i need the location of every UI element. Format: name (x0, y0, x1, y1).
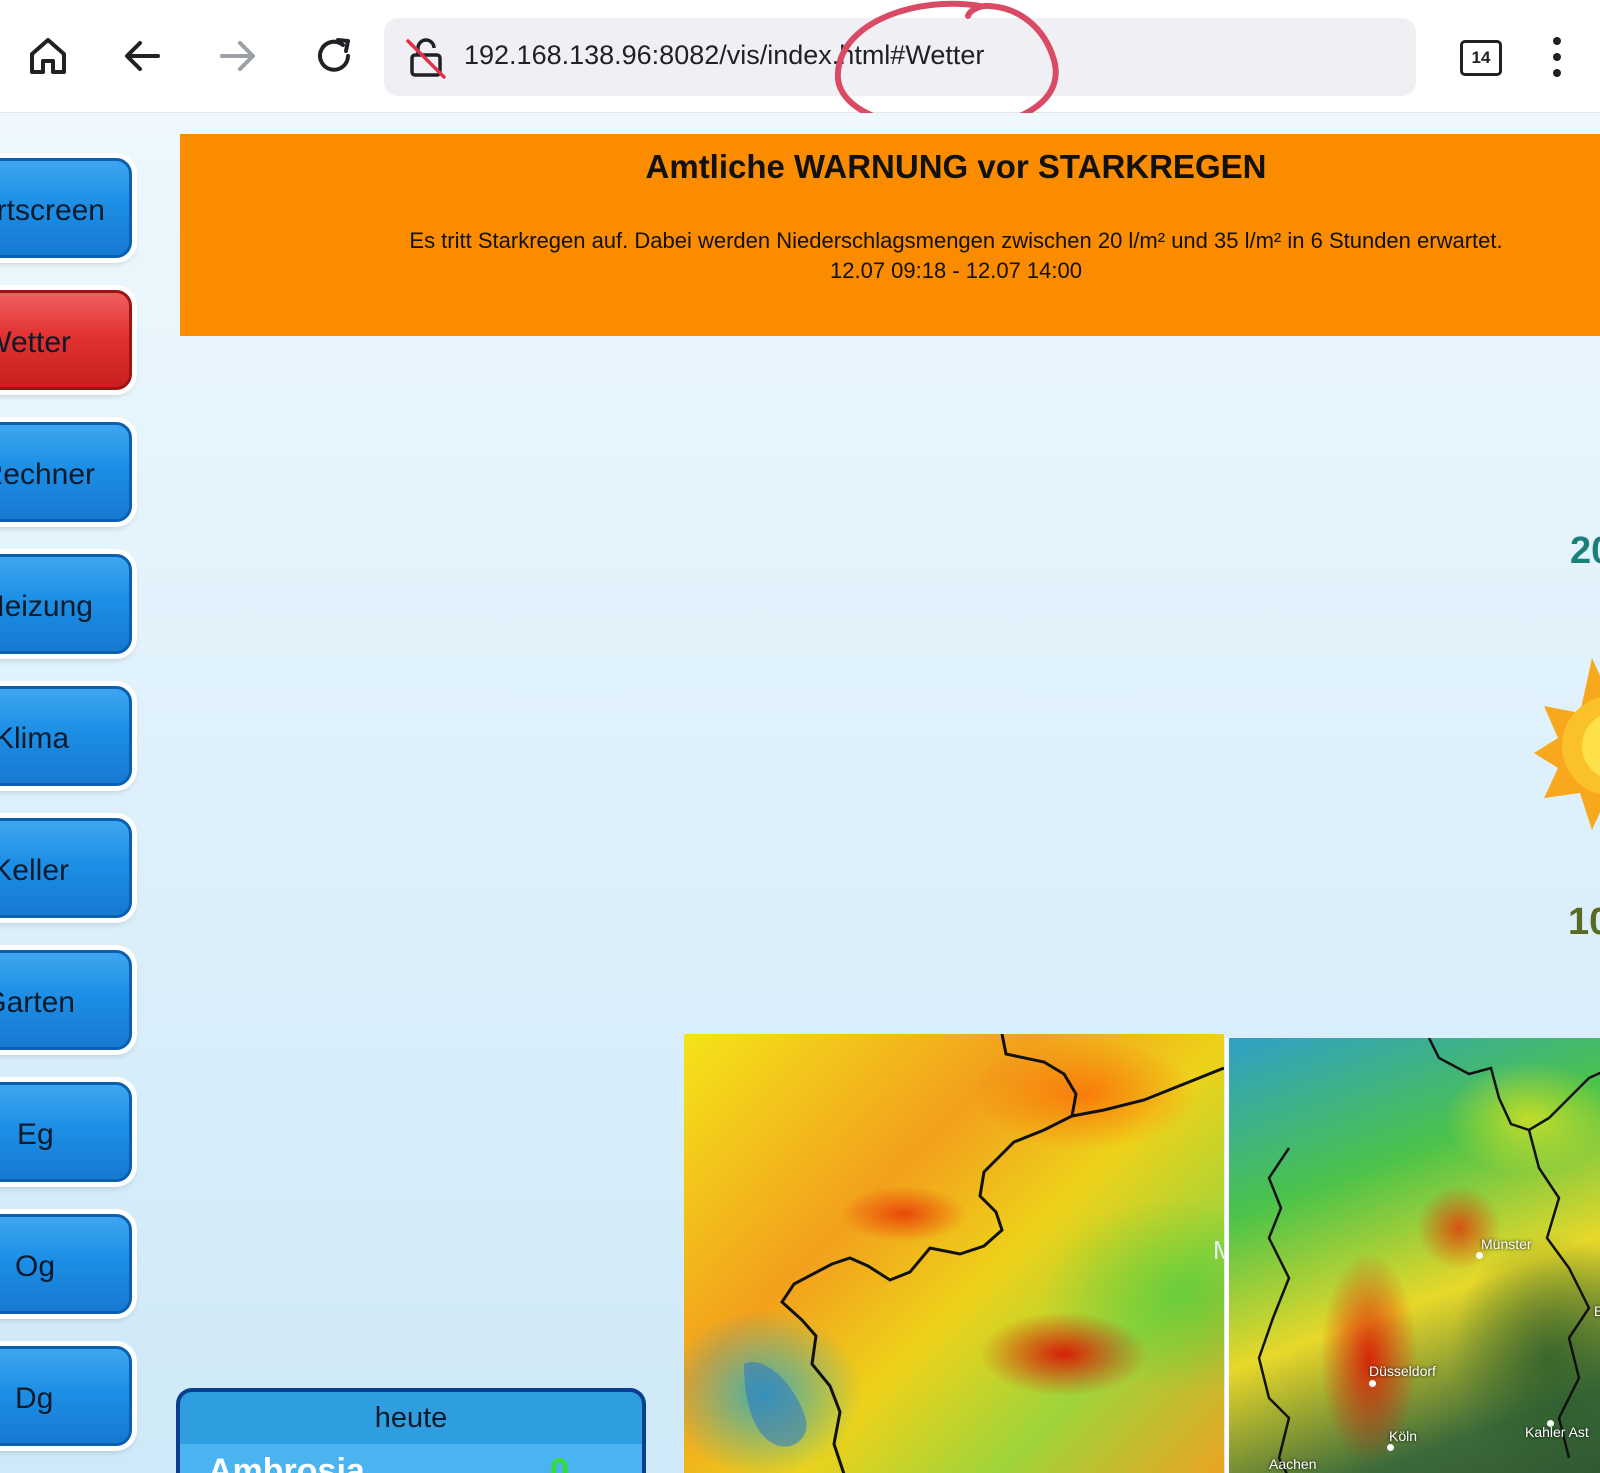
nav-button-keller[interactable]: Keller (0, 818, 132, 918)
nav-button-label: Startscreen (0, 194, 105, 227)
reload-icon[interactable] (310, 32, 358, 80)
nav-button-label: Garten (0, 986, 75, 1019)
nav-button-eg[interactable]: Eg (0, 1082, 132, 1182)
browser-toolbar: 192.168.138.96:8082/vis/index.html#Wette… (0, 0, 1600, 132)
temperature-low-value: 10 (1568, 901, 1600, 943)
forward-icon[interactable] (214, 32, 262, 80)
rain-radar-image-nrw[interactable]: Münster Ba Düsseldorf Kahler Ast Köln Aa… (1225, 1038, 1600, 1473)
pollen-header: heute (374, 1402, 448, 1434)
nav-button-label: Eg (17, 1118, 54, 1151)
rain-radar-image-germany[interactable] (684, 1034, 1224, 1473)
address-bar[interactable]: 192.168.138.96:8082/vis/index.html#Wette… (384, 18, 1416, 96)
nav-button-klima[interactable]: Klima (0, 686, 132, 786)
nav-button-label: Dg (15, 1382, 54, 1415)
weather-warning-banner: Amtliche WARNUNG vor STARKREGEN Es tritt… (180, 134, 1600, 336)
pollen-row: Ambrosia 0 (180, 1444, 642, 1473)
nav-button-label: Klima (0, 722, 69, 755)
nav-button-rechner[interactable]: Rechner (0, 422, 132, 522)
nav-button-label: Heizung (0, 590, 93, 623)
back-icon[interactable] (118, 32, 166, 80)
pollen-widget: heute Ambrosia 0 (176, 1388, 646, 1473)
warning-description: Es tritt Starkregen auf. Dabei werden Ni… (409, 228, 1503, 253)
menu-icon[interactable] (1548, 36, 1566, 78)
pollen-name: Ambrosia (208, 1452, 365, 1473)
city-label-koeln: Köln (1389, 1428, 1418, 1444)
nav-button-label: Keller (0, 854, 69, 887)
nav-button-label: Og (15, 1250, 56, 1283)
nav-button-label: Rechner (0, 458, 95, 491)
nav-button-wetter[interactable]: Wetter (0, 290, 132, 390)
nav-button-og[interactable]: Og (0, 1214, 132, 1314)
insecure-lock-icon[interactable] (404, 35, 448, 79)
home-icon[interactable] (24, 32, 72, 80)
warning-text: Es tritt Starkregen auf. Dabei werden Ni… (180, 226, 1600, 286)
pollen-value: 0 (550, 1452, 569, 1473)
nav-button-label: Wetter (0, 326, 71, 359)
sun-icon (1534, 658, 1600, 830)
vis-page: Startscreen Wetter Rechner Heizung Klima… (0, 113, 1600, 1473)
url-text[interactable]: 192.168.138.96:8082/vis/index.html#Wette… (464, 40, 984, 71)
city-label-kahler-ast: Kahler Ast (1525, 1424, 1589, 1440)
warning-period: 12.07 09:18 - 12.07 14:00 (830, 258, 1082, 283)
nav-button-startscreen[interactable]: Startscreen (0, 158, 132, 258)
city-label-muenster: Münster (1481, 1236, 1532, 1252)
city-label-duesseldorf: Düsseldorf (1369, 1363, 1436, 1379)
nav-button-heizung[interactable]: Heizung (0, 554, 132, 654)
nav-button-garten[interactable]: Garten (0, 950, 132, 1050)
city-label-aachen: Aachen (1269, 1456, 1317, 1472)
temperature-high-value: 20 (1570, 530, 1600, 572)
warning-title: Amtliche WARNUNG vor STARKREGEN (645, 148, 1267, 185)
nav-button-dg[interactable]: Dg (0, 1346, 132, 1446)
tabs-icon[interactable]: 14 (1460, 40, 1502, 76)
city-label-partial: Ba (1594, 1303, 1600, 1319)
